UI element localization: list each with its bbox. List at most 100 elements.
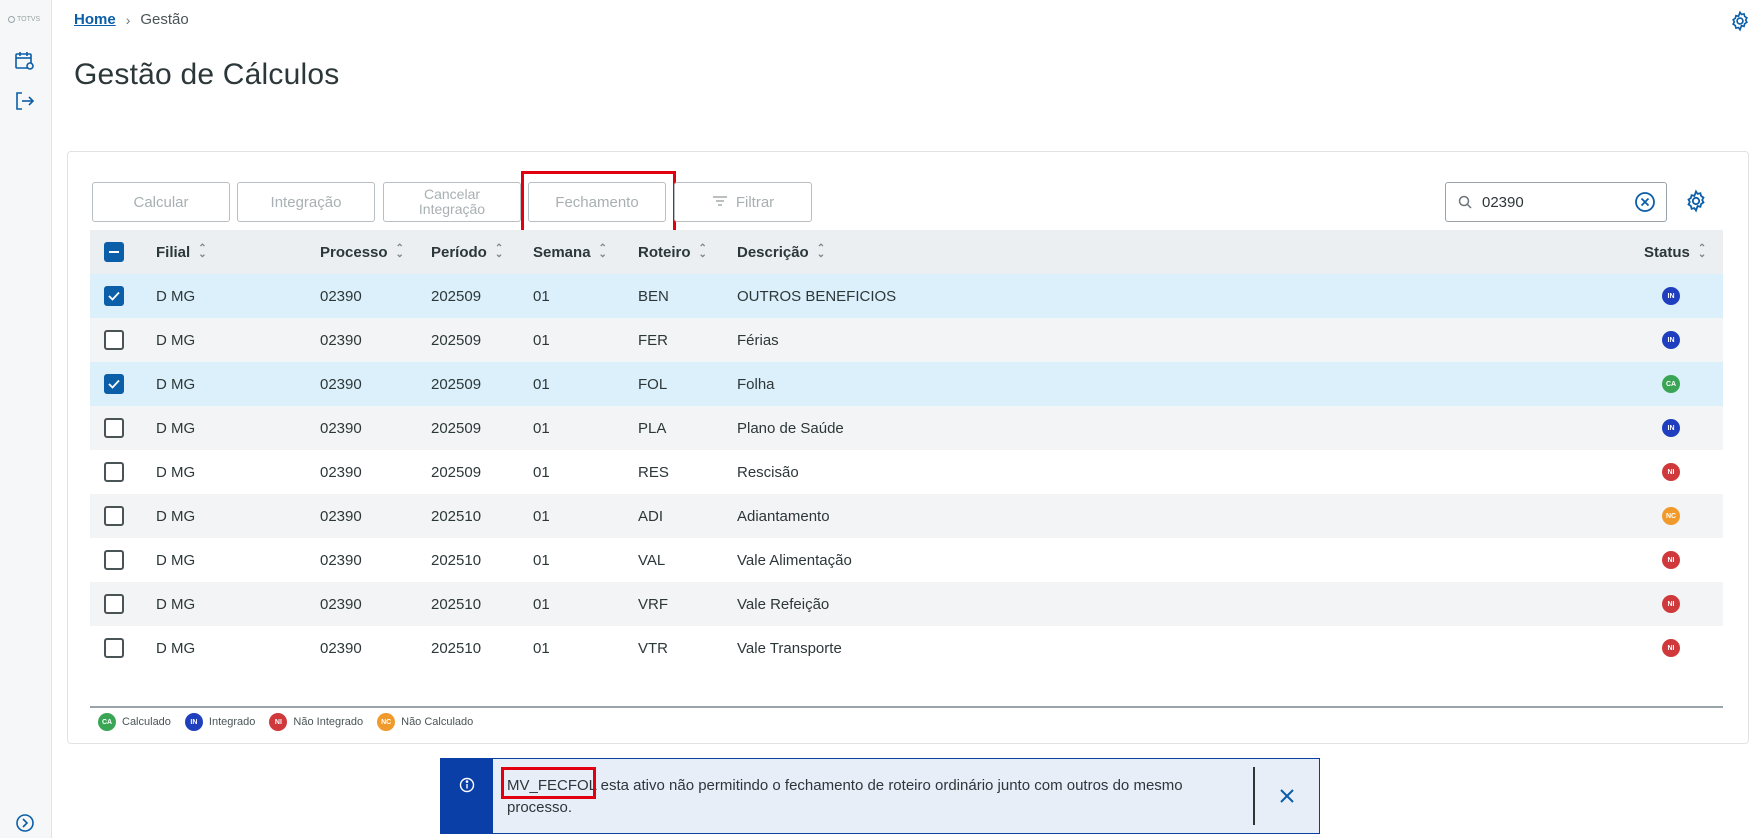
cell-roteiro: RES <box>638 463 669 481</box>
clear-search-icon[interactable] <box>1634 191 1656 213</box>
exit-icon[interactable] <box>14 90 36 112</box>
legend-item: NC Não Calculado <box>377 713 473 731</box>
status-badge: IN <box>1662 419 1680 437</box>
cell-roteiro: FOL <box>638 375 668 393</box>
row-checkbox[interactable] <box>104 374 124 394</box>
cell-filial: D MG <box>156 419 196 437</box>
cell-processo: 02390 <box>320 287 362 305</box>
filtrar-button[interactable]: Filtrar <box>674 182 812 222</box>
cell-periodo: 202510 <box>431 639 482 657</box>
col-status[interactable]: Status ⌃ ⌄ <box>1644 244 1706 261</box>
col-filial[interactable]: Filial ⌃ ⌄ <box>156 244 207 261</box>
legend-badge: NC <box>377 713 396 731</box>
calcular-button[interactable]: Calcular <box>92 182 230 222</box>
legend-label: Calculado <box>122 716 171 728</box>
status-badge: NC <box>1662 507 1680 525</box>
cell-processo: 02390 <box>320 331 362 349</box>
logo-text: TOTVS <box>17 16 41 23</box>
col-processo-label: Processo <box>320 243 388 261</box>
filtrar-label: Filtrar <box>735 193 775 211</box>
cell-roteiro: FER <box>638 331 668 349</box>
cell-semana: 01 <box>533 419 550 437</box>
sort-icon: ⌃ ⌄ <box>395 243 404 260</box>
search-icon <box>1458 195 1472 209</box>
table-row[interactable]: D MG 02390 202510 01 VRF Vale Refeição NI <box>90 582 1723 626</box>
legend-badge: IN <box>184 713 203 731</box>
breadcrumb-current: Gestão <box>140 11 189 28</box>
legend-label: Não Integrado <box>293 716 364 728</box>
col-semana-label: Semana <box>533 243 591 261</box>
cancelar-label-line2: Integração <box>418 201 486 217</box>
row-checkbox[interactable] <box>104 638 124 658</box>
sort-icon: ⌃ ⌄ <box>198 243 207 260</box>
table-footer-divider <box>90 706 1723 708</box>
cell-filial: D MG <box>156 507 196 525</box>
cell-semana: 01 <box>533 639 550 657</box>
close-icon[interactable] <box>1255 759 1319 833</box>
table-row[interactable]: D MG 02390 202509 01 RES Rescisão NI <box>90 450 1723 494</box>
search-input[interactable] <box>1480 192 1624 212</box>
col-semana[interactable]: Semana ⌃ ⌄ <box>533 244 607 261</box>
filter-icon <box>712 195 728 210</box>
cell-filial: D MG <box>156 639 196 657</box>
page-title: Gestão de Cálculos <box>74 58 340 91</box>
sort-icon: ⌃ ⌄ <box>598 243 607 260</box>
legend-badge: NI <box>269 713 288 731</box>
calendar-settings-icon[interactable] <box>14 50 36 72</box>
row-checkbox[interactable] <box>104 418 124 438</box>
totvs-logo: TOTVS <box>8 16 40 23</box>
legend-badge: CA <box>98 713 116 731</box>
cell-semana: 01 <box>533 331 550 349</box>
cell-roteiro: ADI <box>638 507 664 525</box>
status-badge: IN <box>1662 287 1680 305</box>
legend-item: NI Não Integrado <box>269 713 363 731</box>
cell-descricao: Adiantamento <box>737 507 830 525</box>
cell-periodo: 202510 <box>431 507 482 525</box>
cancelar-integracao-button[interactable]: Cancelar Integração <box>383 182 521 222</box>
sort-icon: ⌃ ⌄ <box>494 243 504 260</box>
col-processo[interactable]: Processo ⌃ ⌄ <box>320 244 404 261</box>
row-checkbox[interactable] <box>104 286 124 306</box>
sidebar: TOTVS <box>0 0 52 838</box>
cancelar-label-line1: Cancelar <box>423 186 481 202</box>
table-row[interactable]: D MG 02390 202509 01 BEN OUTROS BENEFICIOS IN <box>90 274 1723 318</box>
cell-processo: 02390 <box>320 507 362 525</box>
integracao-button[interactable]: Integração <box>237 182 375 222</box>
search-box <box>1445 182 1667 222</box>
status-badge: IN <box>1662 331 1680 349</box>
table-row[interactable]: D MG 02390 202509 01 FER Férias IN <box>90 318 1723 362</box>
param-highlight-box <box>501 767 596 799</box>
cell-filial: D MG <box>156 287 196 305</box>
legend-item: CA Calculado <box>98 713 171 731</box>
breadcrumb: Home › Gestão <box>74 11 189 28</box>
cell-processo: 02390 <box>320 595 362 613</box>
cell-descricao: Férias <box>737 331 779 349</box>
cell-roteiro: BEN <box>638 287 669 305</box>
row-checkbox[interactable] <box>104 550 124 570</box>
col-roteiro-label: Roteiro <box>638 243 691 261</box>
table-row[interactable]: D MG 02390 202510 01 VAL Vale Alimentação NI <box>90 538 1723 582</box>
table-row[interactable]: D MG 02390 202510 01 ADI Adiantamento NC <box>90 494 1723 538</box>
row-checkbox[interactable] <box>104 506 124 526</box>
status-badge: NI <box>1662 551 1680 569</box>
table-row[interactable]: D MG 02390 202509 01 FOL Folha CA <box>90 362 1723 406</box>
settings-gear-icon[interactable] <box>1729 10 1753 34</box>
table-row[interactable]: D MG 02390 202510 01 VTR Vale Transporte NI <box>90 626 1723 670</box>
cell-periodo: 202509 <box>431 419 482 437</box>
toast-message-text: esta ativo não permitindo o fechamento d… <box>507 777 1183 816</box>
table-settings-icon[interactable] <box>1684 189 1708 218</box>
row-checkbox[interactable] <box>104 330 124 350</box>
select-all-checkbox[interactable] <box>104 242 124 262</box>
row-checkbox[interactable] <box>104 594 124 614</box>
cell-processo: 02390 <box>320 551 362 569</box>
calculos-table: Filial ⌃ ⌄ Processo ⌃ ⌄ Período ⌃ ⌄ Semana ⌃ ⌄ R… <box>90 230 1723 670</box>
breadcrumb-home-link[interactable]: Home <box>74 11 116 28</box>
cell-processo: 02390 <box>320 419 362 437</box>
row-checkbox[interactable] <box>104 462 124 482</box>
table-row[interactable]: D MG 02390 202509 01 PLA Plano de Saúde IN <box>90 406 1723 450</box>
col-roteiro[interactable]: Roteiro ⌃ ⌄ <box>638 244 707 261</box>
cell-periodo: 202509 <box>431 463 482 481</box>
expand-icon[interactable] <box>14 812 36 834</box>
col-periodo[interactable]: Período ⌃ ⌄ <box>431 244 503 261</box>
col-descricao[interactable]: Descrição ⌃ ⌄ <box>737 244 825 261</box>
